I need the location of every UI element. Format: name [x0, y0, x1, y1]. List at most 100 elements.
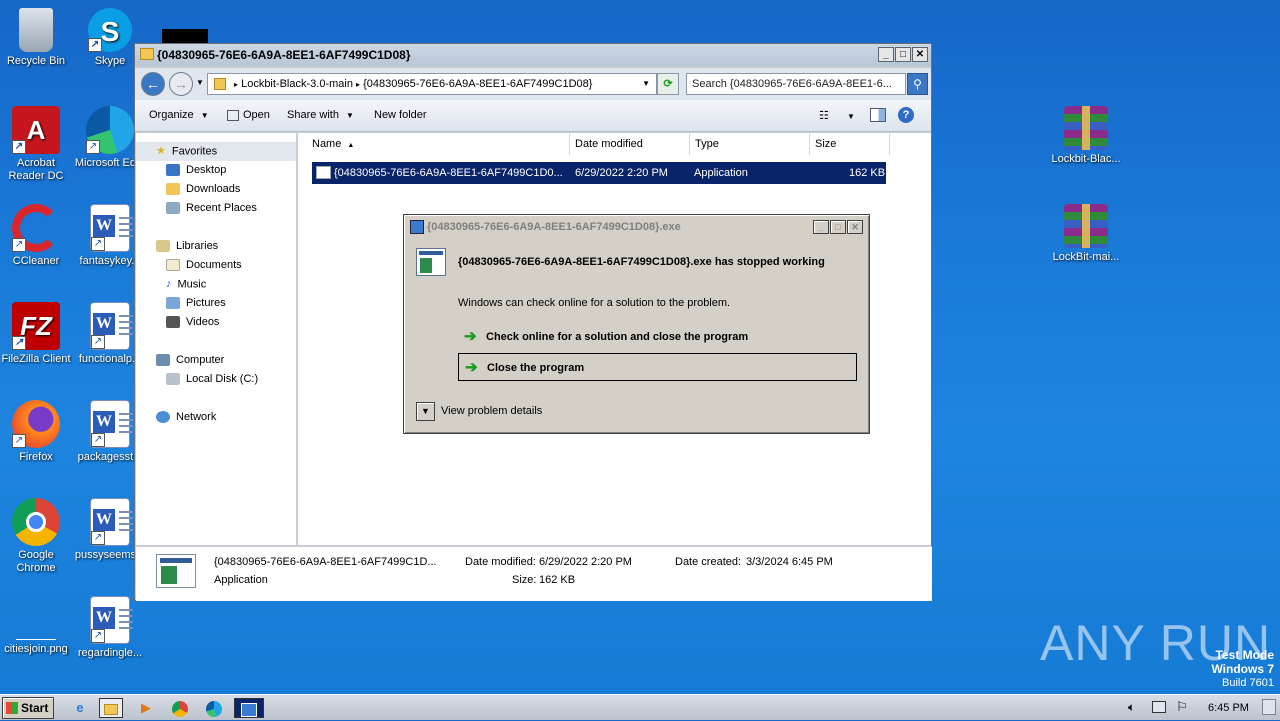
taskbar-chrome-icon[interactable] [168, 698, 192, 718]
redaction-box [162, 29, 208, 43]
action-center-flag-icon[interactable]: ⚐ [1176, 699, 1188, 715]
navigation-pane: ★ Favorites Desktop Downloads Recent Plac… [136, 133, 297, 545]
taskbar-explorer-icon[interactable] [99, 698, 123, 718]
address-input[interactable]: ▸ Lockbit-Black-3.0-main ▸ {04830965-76E… [207, 73, 657, 95]
forward-button[interactable]: → [169, 72, 193, 96]
skype-icon: S ↗ [88, 8, 132, 52]
nav-label: Network [176, 411, 217, 423]
desktop-icon-label: citiesjoin.png [4, 643, 68, 655]
details-toggle-button[interactable]: ▼ [416, 402, 435, 421]
nav-documents[interactable]: Documents [136, 256, 296, 275]
chevron-icon[interactable]: ▸ [356, 80, 360, 89]
nav-local-disk[interactable]: Local Disk (C:) [136, 370, 296, 389]
open-label: Open [243, 109, 270, 121]
desktop-icon-filezilla[interactable]: FZ ↗ FileZilla Client [0, 302, 72, 366]
close-program-button[interactable]: ➔ Close the program [458, 353, 857, 381]
edge-icon [206, 700, 222, 717]
nav-downloads[interactable]: Downloads [136, 180, 296, 199]
maximize-button[interactable]: □ [830, 220, 846, 234]
chevron-down-icon[interactable]: ▼ [847, 112, 855, 121]
show-desktop-button[interactable] [1262, 699, 1276, 715]
column-header-type[interactable]: Type [690, 133, 810, 155]
organize-label: Organize [149, 109, 194, 121]
desktop-icon-firefox[interactable]: ↗ Firefox [0, 400, 72, 464]
taskbar-media-player-icon[interactable]: ▶ [134, 698, 158, 718]
application-icon [316, 166, 331, 179]
back-button[interactable]: ← [141, 72, 165, 96]
check-online-button[interactable]: ➔ Check online for a solution and close … [458, 323, 857, 351]
nav-computer[interactable]: Computer [136, 351, 296, 370]
breadcrumb-item[interactable]: Lockbit-Black-3.0-main [241, 78, 353, 90]
taskbar-ie-icon[interactable]: e [68, 698, 92, 718]
file-row[interactable]: {04830965-76E6-6A9A-8EE1-6AF7499C1D0... … [312, 162, 886, 184]
chevron-down-icon: ▼ [200, 111, 209, 120]
nav-network[interactable]: Network [136, 408, 296, 427]
open-button[interactable]: Open [227, 109, 270, 121]
nav-recent-places[interactable]: Recent Places [136, 199, 296, 218]
organize-button[interactable]: Organize ▼ [149, 109, 209, 121]
desktop-icon-citiesjoin[interactable]: citiesjoin.png [0, 596, 72, 656]
desktop-icon-chrome[interactable]: Google Chrome [0, 498, 72, 575]
network-tray-icon[interactable] [1152, 701, 1166, 713]
desktop-icon-lockbit-main[interactable]: LockBit-mai... [1050, 204, 1122, 264]
address-dropdown-icon[interactable]: ▼ [642, 74, 650, 94]
nav-label: Computer [176, 354, 225, 366]
nav-label: Libraries [176, 240, 219, 252]
nav-videos[interactable]: Videos [136, 313, 296, 332]
breadcrumb-item[interactable]: {04830965-76E6-6A9A-8EE1-6AF7499C1D08} [363, 78, 592, 90]
nav-libraries[interactable]: Libraries [136, 237, 296, 256]
libraries-icon [156, 240, 170, 253]
desktop-icon-lockbit-black[interactable]: Lockbit-Blac... [1050, 106, 1122, 166]
taskbar-edge-icon[interactable] [202, 698, 226, 718]
minimize-button[interactable]: _ [878, 47, 894, 62]
nav-desktop[interactable]: Desktop [136, 161, 296, 180]
green-arrow-icon: ➔ [464, 328, 477, 345]
desktop-icon-label: Firefox [19, 451, 53, 463]
test-mode-line: Test Mode [1215, 648, 1274, 662]
star-icon: ★ [156, 145, 166, 157]
help-icon[interactable]: ? [898, 107, 914, 123]
minimize-button[interactable]: _ [813, 220, 829, 234]
start-button[interactable]: Start [2, 697, 54, 719]
recycle-bin-icon [19, 8, 53, 52]
edge-icon: ↗ [86, 106, 134, 154]
maximize-button[interactable]: □ [895, 47, 911, 62]
column-header-name[interactable]: Name ▲ [298, 133, 570, 155]
preview-pane-icon[interactable] [870, 108, 886, 122]
file-type: Application [694, 167, 748, 179]
share-with-button[interactable]: Share with ▼ [287, 109, 354, 121]
option-label: Close the program [487, 362, 585, 374]
desktop-icon-recycle-bin[interactable]: Recycle Bin [0, 8, 72, 68]
desktop-icon-acrobat[interactable]: A ↗ Acrobat Reader DC [0, 106, 72, 183]
history-dropdown-icon[interactable]: ▼ [196, 78, 204, 87]
nav-favorites[interactable]: ★ Favorites [136, 142, 296, 161]
view-problem-details-label[interactable]: View problem details [441, 405, 542, 417]
folder-icon [104, 704, 118, 716]
taskbar-error-app-icon[interactable] [234, 698, 264, 718]
explorer-titlebar[interactable]: {04830965-76E6-6A9A-8EE1-6AF7499C1D08} _… [135, 44, 931, 66]
nav-music[interactable]: ♪ Music [136, 275, 296, 294]
volume-icon[interactable]: 🔈︎ [1128, 700, 1135, 715]
new-folder-button[interactable]: New folder [374, 109, 427, 121]
search-icon[interactable]: ⚲ [907, 73, 928, 95]
search-input[interactable]: Search {04830965-76E6-6A9A-8EE1-6... [686, 73, 906, 95]
view-options-icon[interactable]: ☷ [819, 109, 829, 122]
clock[interactable]: 6:45 PM [1208, 695, 1249, 721]
column-header-size[interactable]: Size [810, 133, 890, 155]
column-header-date[interactable]: Date modified [570, 133, 690, 155]
nav-label: Favorites [171, 145, 218, 158]
acrobat-icon: A ↗ [12, 106, 60, 154]
close-button[interactable]: ✕ [912, 47, 928, 62]
close-button[interactable]: ✕ [847, 220, 863, 234]
chevron-icon[interactable]: ▸ [234, 80, 238, 89]
application-icon [241, 702, 257, 717]
desktop-icon-ccleaner[interactable]: ↗ CCleaner [0, 204, 72, 268]
refresh-button[interactable]: ⟳ [657, 73, 679, 95]
desktop-icon-regardingle[interactable]: W ↗ regardingle... [74, 596, 146, 660]
dialog-titlebar[interactable]: {04830965-76E6-6A9A-8EE1-6AF7499C1D08}.e… [407, 218, 866, 236]
nav-pictures[interactable]: Pictures [136, 294, 296, 313]
image-file-icon [12, 596, 60, 640]
winrar-archive-icon [1064, 106, 1108, 150]
details-size: 162 KB [539, 574, 576, 586]
build-line: Build 7601 [1222, 677, 1274, 689]
